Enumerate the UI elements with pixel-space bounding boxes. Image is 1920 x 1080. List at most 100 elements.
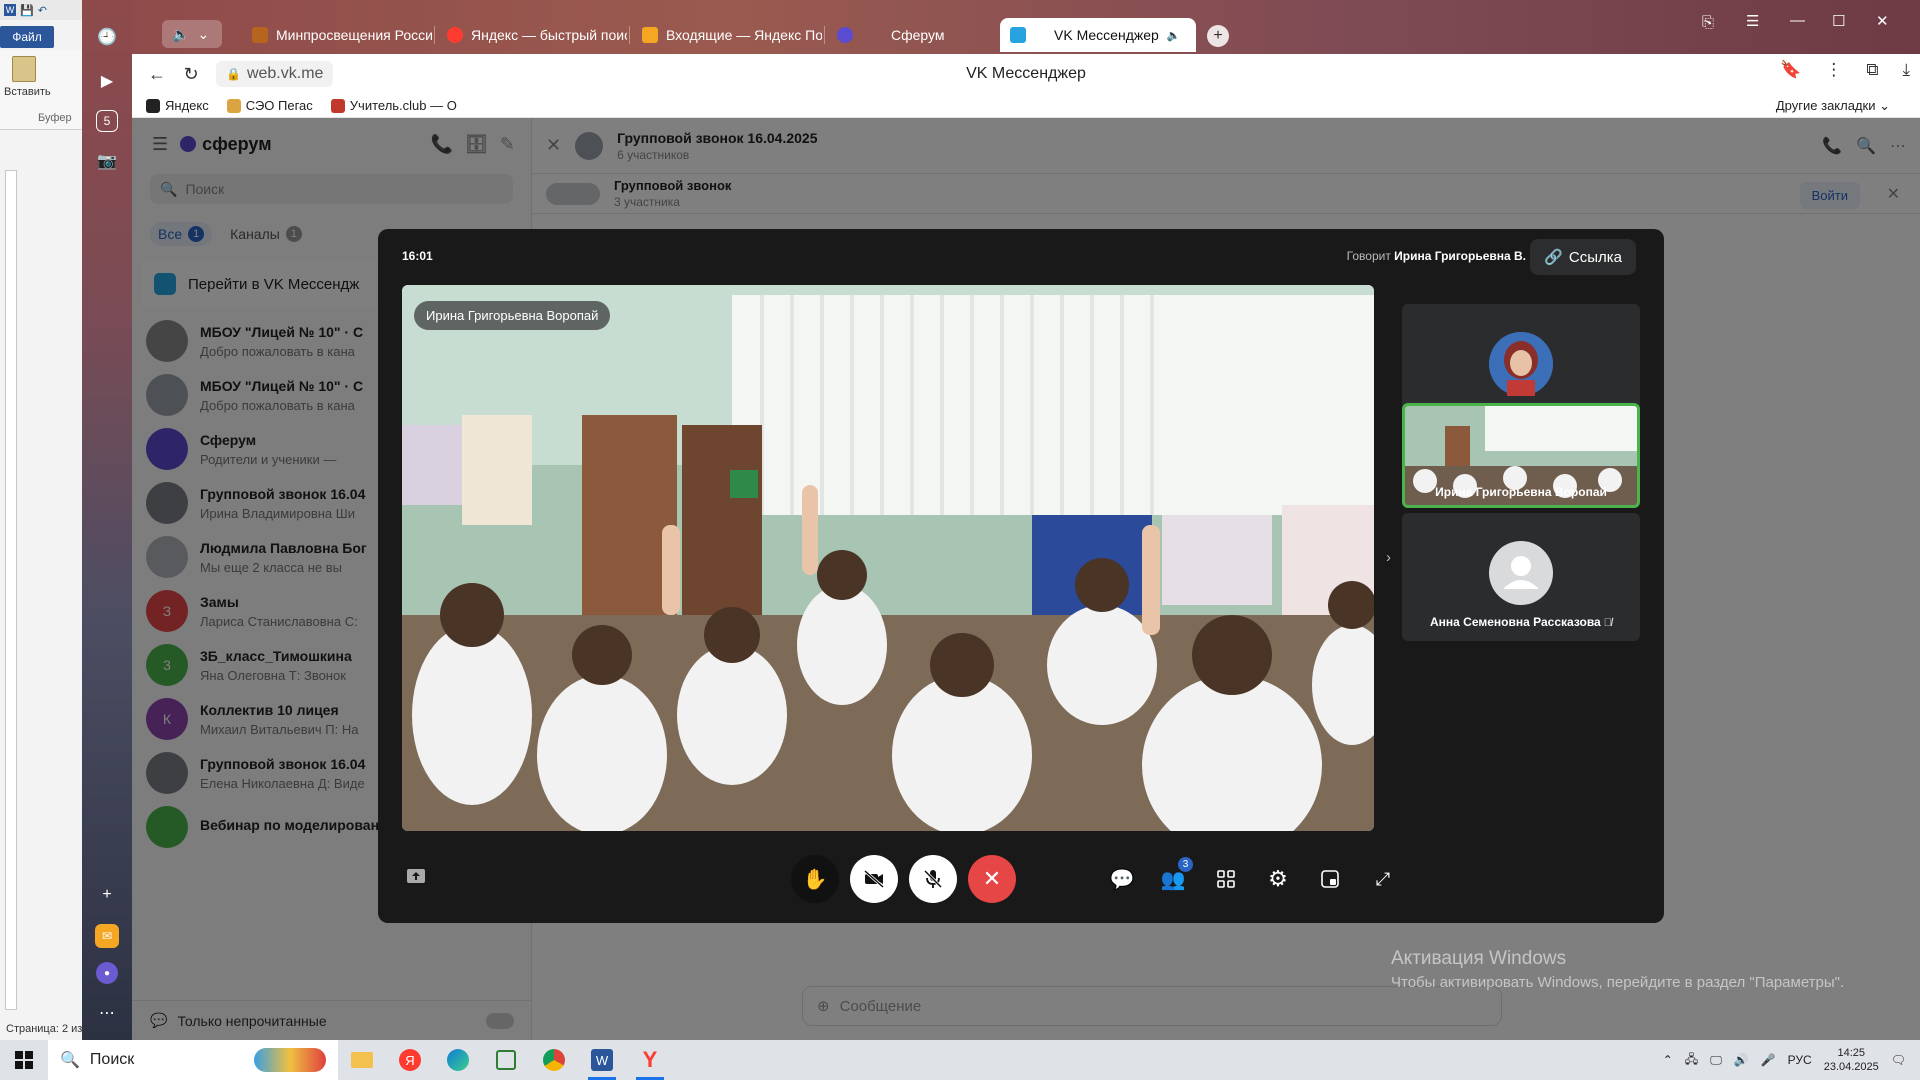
taskbar-word[interactable]: W	[578, 1040, 626, 1080]
url-field[interactable]: 🔒 web.vk.me	[216, 61, 334, 87]
add-icon[interactable]: +	[92, 880, 122, 910]
end-call-button[interactable]: ✕	[968, 855, 1016, 903]
undo-icon[interactable]: ↶	[38, 4, 47, 17]
speaker-icon: 🔈	[172, 25, 190, 42]
notifications-icon[interactable]: 🗨	[1891, 1053, 1906, 1067]
taskbar-yandex[interactable]: Я	[386, 1040, 434, 1080]
close-tab-icon[interactable]: ✕	[1195, 27, 1197, 43]
extensions-icon[interactable]: ⧉	[1866, 60, 1878, 80]
paste-icon[interactable]	[12, 56, 36, 82]
participant-tile-speaker[interactable]: Ирина Григорьевна Воропай	[1402, 403, 1640, 508]
microphone-icon[interactable]: 🎤	[1761, 1053, 1776, 1067]
minimize-icon[interactable]: —	[1790, 12, 1805, 29]
alice-icon[interactable]: ●	[96, 962, 118, 984]
taskbar-edge[interactable]	[434, 1040, 482, 1080]
start-button[interactable]	[0, 1040, 48, 1080]
history-icon[interactable]: 🕘	[92, 22, 122, 52]
edge-icon	[447, 1049, 469, 1071]
volume-icon[interactable]: 🔊	[1734, 1053, 1749, 1067]
windows-activation-watermark: Активация Windows Чтобы активировать Win…	[1391, 948, 1844, 991]
save-icon[interactable]: 💾	[20, 4, 34, 17]
tab-yandex-mail[interactable]: Входящие — Яндекс Поч	[632, 18, 822, 52]
classroom-video-frame	[402, 285, 1374, 831]
maximize-icon[interactable]: ☐	[1832, 12, 1845, 30]
hand-icon: ✋	[802, 868, 828, 891]
raise-hand-button[interactable]: ✋	[791, 855, 839, 903]
settings-button[interactable]: ⚙	[1258, 859, 1298, 899]
number-five-icon[interactable]: 5	[96, 110, 118, 132]
participants-button[interactable]: 👥 3	[1153, 857, 1193, 899]
taskbar-file-explorer[interactable]	[338, 1040, 386, 1080]
back-icon[interactable]: ←	[140, 57, 174, 91]
other-bookmarks[interactable]: Другие закладки ⌄	[1776, 98, 1890, 114]
screenshot-icon[interactable]: 📷	[92, 146, 122, 176]
speaker-label: Говорит	[1346, 249, 1391, 263]
display-icon[interactable]: 🖵	[1710, 1053, 1722, 1068]
language-indicator[interactable]: РУС	[1788, 1053, 1812, 1067]
tab-sferum[interactable]: Сферум	[827, 18, 1007, 52]
more-icon[interactable]: ⋯	[92, 998, 122, 1028]
close-window-icon[interactable]: ✕	[1876, 12, 1889, 30]
word-icon: W	[4, 4, 16, 16]
download-icon[interactable]: ⤓	[1902, 60, 1910, 80]
tab-label: Минпросвещения Росси	[276, 27, 432, 43]
default-avatar	[1489, 541, 1553, 605]
call-timer: 16:01	[402, 249, 433, 263]
kebab-menu-icon[interactable]: ⋮	[1825, 60, 1842, 80]
play-icon[interactable]: ▶	[92, 66, 122, 96]
tab-label: VK Мессенджер	[1054, 27, 1159, 43]
menu-icon[interactable]: ☰	[1746, 12, 1759, 30]
search-icon: 🔍	[60, 1052, 80, 1069]
tab-yandex[interactable]: Яндекс — быстрый поиск	[437, 18, 627, 52]
fullscreen-button[interactable]: ⤢	[1363, 859, 1403, 899]
uchitel-icon	[330, 98, 345, 113]
bookmark-label: СЭО Пегас	[245, 98, 313, 113]
browser-side-panel: 🕘 ▶ 5 📷 + ✉ ● ⋯	[82, 0, 132, 1040]
chevron-down-icon: ⌄	[197, 25, 210, 42]
taskbar-search[interactable]: 🔍 Поиск	[48, 1040, 338, 1080]
taskbar-whiteboard[interactable]	[482, 1040, 530, 1080]
clock[interactable]: 14:25 23.04.2025	[1824, 1046, 1879, 1074]
bookmark-seo-pegas[interactable]: СЭО Пегас	[226, 98, 313, 113]
new-tab-button[interactable]: +	[1207, 25, 1229, 47]
tab-label: Входящие — Яндекс Поч	[666, 27, 822, 43]
taskbar-chrome[interactable]	[530, 1040, 578, 1080]
close-icon: ✕	[982, 866, 1002, 891]
tab-vk-messenger[interactable]: VK Мессенджер 🔈 ✕	[1000, 18, 1196, 52]
self-avatar	[1489, 332, 1553, 396]
bookmark-icon[interactable]: 🔖	[1780, 60, 1801, 80]
sound-tab-button[interactable]: 🔈 ⌄	[162, 20, 222, 48]
collections-icon[interactable]: ⎘	[1702, 14, 1714, 31]
system-tray: ⌃ 🖧 🖵 🔊 🎤 РУС 14:25 23.04.2025 🗨	[1663, 1040, 1920, 1080]
tab-minprosvet[interactable]: Минпросвещения Росси	[242, 18, 432, 52]
participant-name: Ирина Григорьевна Воропай	[1435, 485, 1607, 499]
screen-share-icon[interactable]	[406, 868, 426, 884]
mail-app-icon[interactable]: ✉	[95, 924, 119, 948]
taskbar-yandex-browser[interactable]: Y	[626, 1040, 674, 1080]
main-video-name-tag: Ирина Григорьевна Воропай	[414, 301, 611, 330]
layout-grid-button[interactable]	[1206, 859, 1246, 899]
network-icon[interactable]: 🖧	[1685, 1050, 1698, 1071]
chat-icon: 💬	[1109, 868, 1135, 891]
mic-toggle-button[interactable]	[909, 855, 957, 903]
participants-count-badge: 3	[1178, 857, 1193, 872]
whiteboard-icon	[496, 1050, 516, 1070]
bookmark-yandex[interactable]: Яндекс	[146, 98, 209, 113]
main-video-feed[interactable]: Ирина Григорьевна Воропай	[402, 285, 1374, 831]
chat-button[interactable]: 💬	[1102, 859, 1142, 899]
picture-in-picture-button[interactable]	[1310, 859, 1350, 899]
participant-tile-anna[interactable]: Анна Семеновна Рассказова 🎙̸	[1402, 513, 1640, 641]
camera-toggle-button[interactable]	[850, 855, 898, 903]
grid-icon	[1217, 870, 1235, 888]
address-bar-actions: 🔖 ⋮ ⧉ ⤓	[1780, 60, 1910, 80]
reload-icon[interactable]: ↻	[174, 57, 208, 91]
copy-link-button[interactable]: 🔗 Ссылка	[1530, 239, 1636, 275]
word-file-tab[interactable]: Файл	[0, 26, 54, 48]
folder-icon	[226, 98, 241, 113]
windows-taskbar: 🔍 Поиск Я W Y ⌃ 🖧 🖵 🔊 🎤 РУС 14:25 23.04.…	[0, 1040, 1920, 1080]
yandex-icon: Я	[399, 1049, 421, 1071]
paste-label[interactable]: Вставить	[4, 86, 51, 98]
bookmark-uchitel-club[interactable]: Учитель.club — О	[330, 98, 457, 113]
chevron-right-icon[interactable]: ›	[1386, 549, 1391, 566]
chevron-up-icon[interactable]: ⌃	[1663, 1053, 1673, 1067]
